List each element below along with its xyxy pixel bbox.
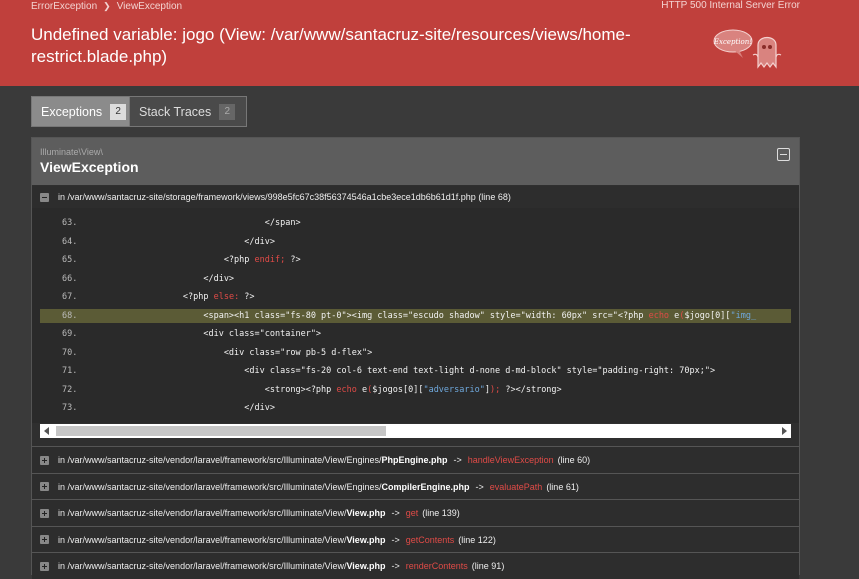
frame-line: (line 68): [478, 192, 511, 202]
plus-box-icon[interactable]: [40, 508, 49, 518]
error-header: ErrorException ❯ ViewException HTTP 500 In…: [0, 0, 859, 86]
line-number: 72.: [62, 384, 78, 395]
frame-path: in /var/www/santacruz-site/vendor/larave…: [58, 534, 386, 545]
frame-path: in /var/www/santacruz-site/vendor/larave…: [58, 561, 386, 571]
frame-method: renderContents: [405, 561, 468, 571]
frame-arrow: ->: [391, 534, 400, 545]
frame-method: getContents: [405, 534, 455, 545]
scroll-left-icon[interactable]: [44, 427, 49, 435]
scroll-right-icon[interactable]: [782, 427, 787, 435]
collapse-icon[interactable]: [777, 148, 790, 161]
exception-header: Illuminate\View\ ViewException: [32, 138, 799, 185]
horizontal-scrollbar[interactable]: [40, 424, 791, 438]
frame-method: handleViewException: [467, 455, 554, 465]
code-snippet: 63. </span> 64. </div> 65. <?php endif; ?>…: [32, 208, 799, 423]
code-line: 72. <strong><?php echo e($jogos[0]["adve…: [40, 383, 791, 397]
frame-arrow: ->: [475, 481, 484, 492]
frame-line: (line 61): [546, 481, 579, 492]
svg-text:Exception!: Exception!: [713, 38, 752, 46]
line-number: 70.: [62, 347, 78, 358]
code-line: 66. </div>: [40, 272, 791, 286]
code-line: 67. <?php else: ?>: [40, 290, 791, 304]
frame-path: in /var/www/santacruz-site/vendor/larave…: [58, 455, 448, 465]
frame-path: in /var/www/santacruz-site/vendor/larave…: [58, 508, 386, 518]
breadcrumb-item[interactable]: ViewException: [117, 1, 182, 12]
line-number: 68.: [62, 310, 78, 321]
scrollbar-thumb[interactable]: [56, 426, 386, 436]
frame-path: in /var/www/santacruz-site/vendor/larave…: [58, 481, 470, 492]
chevron-right-icon: ❯: [103, 1, 111, 11]
plus-box-icon[interactable]: [40, 535, 49, 544]
line-number: 67.: [62, 292, 78, 302]
stack-frame[interactable]: in /var/www/santacruz-site/vendor/larave…: [32, 525, 799, 553]
plus-box-icon[interactable]: [40, 482, 49, 491]
frame-method: evaluatePath: [489, 481, 543, 492]
current-frame-header[interactable]: in /var/www/santacruz-site/storage/frame…: [32, 186, 799, 209]
error-message: Undefined variable: jogo (View: /var/www…: [31, 25, 631, 66]
line-number: 73.: [62, 403, 78, 413]
code-line: 71. <div class="fs-20 col-6 text-end tex…: [40, 364, 791, 378]
line-number: 64.: [62, 236, 78, 247]
code-line: 69. <div class="container">: [40, 327, 791, 341]
code-line: 70. <div class="row pb-5 d-flex">: [40, 346, 791, 360]
ghost-icon: Exception!: [713, 29, 782, 69]
line-number: 63.: [62, 218, 78, 228]
frame-arrow: ->: [391, 508, 400, 518]
frame-line: (line 91): [471, 561, 505, 571]
frame-method: get: [405, 508, 419, 518]
count-badge: 2: [110, 103, 127, 120]
tab-bar: Exceptions 2 Stack Traces 2: [31, 96, 247, 127]
count-badge: 2: [219, 103, 236, 120]
frame-prefix: in: [58, 192, 66, 202]
exception-class: ViewException: [40, 159, 139, 175]
breadcrumb-item[interactable]: ErrorException: [31, 1, 97, 12]
tab-label: Exceptions: [41, 104, 103, 119]
line-number: 69.: [62, 329, 78, 339]
stack-frame[interactable]: in /var/www/santacruz-site/vendor/larave…: [32, 446, 799, 473]
minus-box-icon[interactable]: [40, 192, 49, 202]
code-line: 73. </div>: [40, 401, 791, 415]
exception-panel: Illuminate\View\ ViewException in /var/w…: [31, 137, 800, 579]
tab-stack-traces[interactable]: Stack Traces 2: [130, 96, 247, 127]
tab-label: Stack Traces: [139, 104, 212, 119]
plus-box-icon[interactable]: [40, 561, 49, 571]
stack-frame[interactable]: in /var/www/santacruz-site/vendor/larave…: [32, 472, 799, 500]
tab-exceptions[interactable]: Exceptions 2: [31, 96, 130, 127]
stack-frame[interactable]: in /var/www/santacruz-site/vendor/larave…: [32, 499, 799, 526]
code-line: 65. <?php endif; ?>: [40, 253, 791, 267]
code-line-highlighted: 68. <span><h1 class="fs-80 pt-0"><img cl…: [40, 308, 791, 323]
exception-namespace: Illuminate\View\: [40, 147, 103, 157]
code-line: 64. </div>: [40, 235, 791, 249]
frame-line: (line 139): [422, 508, 460, 518]
line-number: 65.: [62, 255, 78, 265]
frame-arrow: ->: [391, 561, 400, 571]
breadcrumb: ErrorException ❯ ViewException: [31, 0, 182, 13]
http-status: HTTP 500 Internal Server Error: [661, 0, 800, 11]
code-line: 63. </span>: [40, 216, 791, 230]
plus-box-icon[interactable]: [40, 455, 49, 465]
frame-line: (line 60): [557, 455, 591, 465]
line-number: 66.: [62, 273, 78, 284]
line-number: 71.: [62, 366, 78, 376]
frame-arrow: ->: [453, 455, 462, 465]
frame-file: /var/www/santacruz-site/storage/framewor…: [67, 192, 476, 202]
frame-line: (line 122): [458, 534, 496, 545]
